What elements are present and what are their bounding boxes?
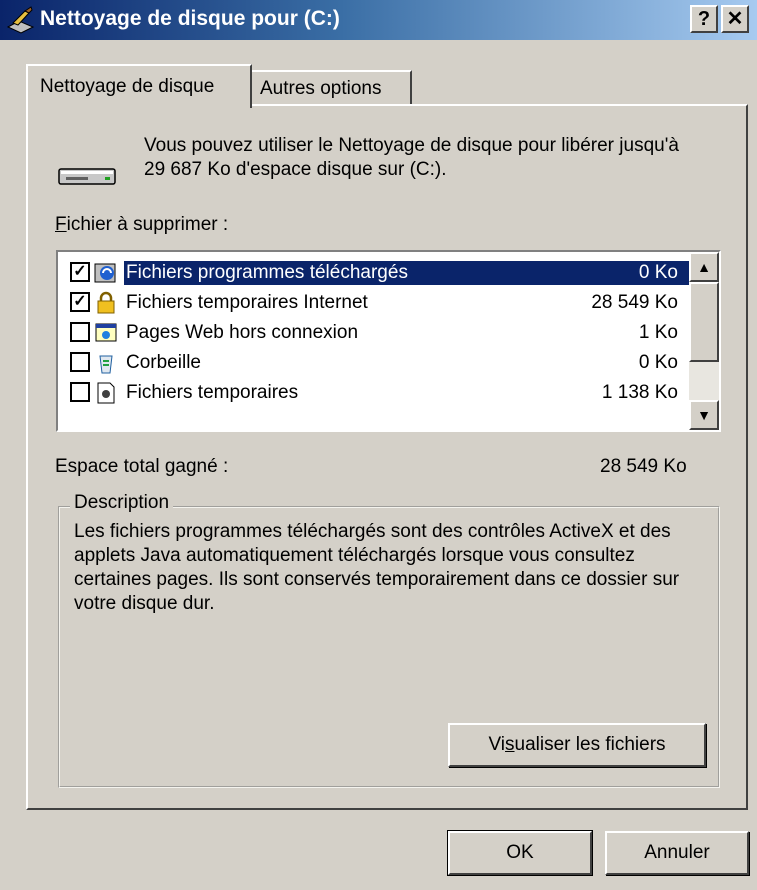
item-size: 0 Ko (638, 352, 678, 373)
checkbox[interactable] (70, 382, 90, 402)
item-size: 1 138 Ko (601, 382, 678, 403)
checkbox[interactable]: ✓ (70, 292, 90, 312)
item-name: Fichiers programmes téléchargés (124, 261, 696, 285)
view-label-accel: s (505, 734, 515, 755)
total-gain-label: Espace total gagné : (55, 456, 229, 477)
tab-disk-cleanup[interactable]: Nettoyage de disque (26, 64, 252, 108)
list-item[interactable]: Corbeille 0 Ko (66, 348, 690, 378)
item-name: Fichiers temporaires Internet (126, 292, 368, 313)
window-title: Nettoyage de disque pour (C:) (40, 7, 340, 30)
list-item[interactable]: Pages Web hors connexion 1 Ko (66, 318, 690, 348)
scroll-up-button[interactable]: ▲ (689, 252, 719, 282)
tab-more-options[interactable]: Autres options (252, 70, 412, 106)
view-files-button[interactable]: Visualiser les fichiers (448, 723, 706, 767)
list-item[interactable]: ✓ Fichiers programmes téléchargés 0 Ko (66, 258, 696, 288)
scroll-thumb[interactable] (689, 282, 719, 362)
list-scrollbar[interactable]: ▲ ▼ (689, 252, 719, 430)
item-size: 0 Ko (638, 262, 678, 283)
close-button[interactable]: ✕ (721, 5, 749, 33)
item-name: Fichiers temporaires (126, 382, 299, 403)
list-item[interactable]: Fichiers temporaires 1 138 Ko (66, 378, 690, 408)
files-label: Fichier à supprimer : (55, 214, 228, 236)
total-gain-value: 28 549 Ko (600, 456, 687, 477)
cancel-button[interactable]: Annuler (605, 831, 749, 875)
files-label-accel: F (55, 214, 67, 235)
title-bar[interactable]: Nettoyage de disque pour (C:) ? ✕ (0, 0, 757, 40)
item-name: Pages Web hors connexion (126, 322, 359, 343)
item-size: 1 Ko (638, 322, 678, 343)
scroll-down-button[interactable]: ▼ (689, 400, 719, 430)
intro-text: Vous pouvez utiliser le Nettoyage de dis… (144, 135, 679, 180)
checkbox[interactable]: ✓ (70, 262, 90, 282)
description-text: Les fichiers programmes téléchargés sont… (74, 521, 680, 614)
disk-cleanup-icon (6, 6, 35, 34)
help-button[interactable]: ? (690, 5, 718, 33)
files-label-text: ichier à supprimer : (66, 214, 229, 235)
item-name: Corbeille (126, 352, 201, 373)
checkbox[interactable] (70, 352, 90, 372)
ok-button[interactable]: OK (447, 830, 593, 876)
files-list[interactable]: ✓ Fichiers programmes téléchargés 0 Ko ✓… (56, 250, 721, 432)
view-label-pre: Vi (488, 734, 506, 755)
activex-icon (94, 263, 116, 283)
description-legend: Description (70, 492, 174, 514)
offline-pages-icon (95, 323, 117, 342)
lock-icon (97, 291, 115, 314)
temp-files-icon (97, 382, 115, 404)
checkbox[interactable] (70, 322, 90, 342)
recycle-bin-icon (99, 355, 113, 374)
list-item[interactable]: ✓ Fichiers temporaires Internet 28 549 K… (66, 288, 690, 318)
view-label-post: ualiser les fichiers (514, 734, 666, 755)
hard-drive-icon (58, 168, 116, 185)
item-size: 28 549 Ko (591, 292, 678, 313)
